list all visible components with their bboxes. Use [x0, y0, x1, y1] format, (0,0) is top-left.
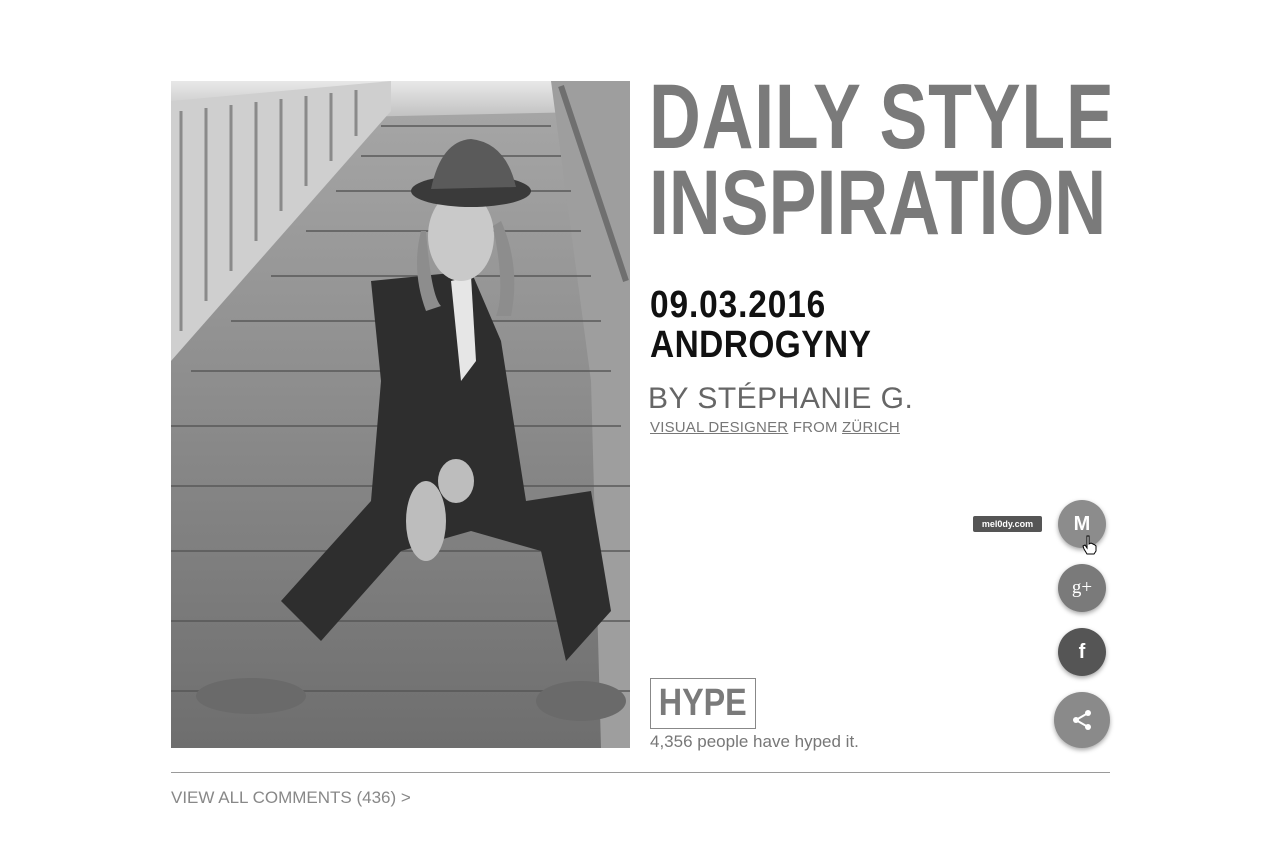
hype-button[interactable]: HYPE [650, 678, 756, 729]
hand-cursor-icon [1082, 535, 1097, 555]
hero-photo [171, 81, 630, 748]
share-button[interactable] [1054, 692, 1110, 748]
hype-button-label: HYPE [659, 682, 747, 724]
author-from-label: FROM [792, 419, 838, 436]
hype-count: 4,356 people have hyped it. [650, 732, 859, 751]
google-plus-button[interactable]: g+ [1058, 564, 1106, 612]
post-topic: ANDROGYNY [650, 324, 872, 366]
mel0dy-icon: M [1073, 512, 1091, 535]
title-line-1: DAILY STYLE [649, 66, 1115, 168]
facebook-icon: f [1078, 640, 1086, 663]
post-author: BY STÉPHANIE G. [648, 382, 914, 415]
title-word-daily: DAILY [649, 66, 862, 168]
divider [171, 772, 1110, 773]
share-tooltip: mel0dy.com [973, 516, 1042, 532]
author-subline: VISUAL DESIGNER FROM ZÜRICH [650, 419, 900, 436]
author-role-link[interactable]: VISUAL DESIGNER [650, 419, 788, 436]
share-icon [1073, 710, 1091, 730]
author-city-link[interactable]: ZÜRICH [842, 419, 900, 436]
google-plus-icon: g+ [1071, 577, 1093, 598]
facebook-button[interactable]: f [1058, 628, 1106, 676]
page-title: DAILY STYLE INSPIRATION [649, 71, 1114, 249]
view-all-comments-link[interactable]: VIEW ALL COMMENTS (436) > [171, 788, 411, 808]
post-date: 09.03.2016 [650, 284, 827, 326]
title-line-2: INSPIRATION [649, 152, 1107, 254]
title-word-style: STYLE [879, 66, 1115, 168]
page: DAILY STYLE INSPIRATION 09.03.2016 ANDRO… [0, 0, 1280, 850]
